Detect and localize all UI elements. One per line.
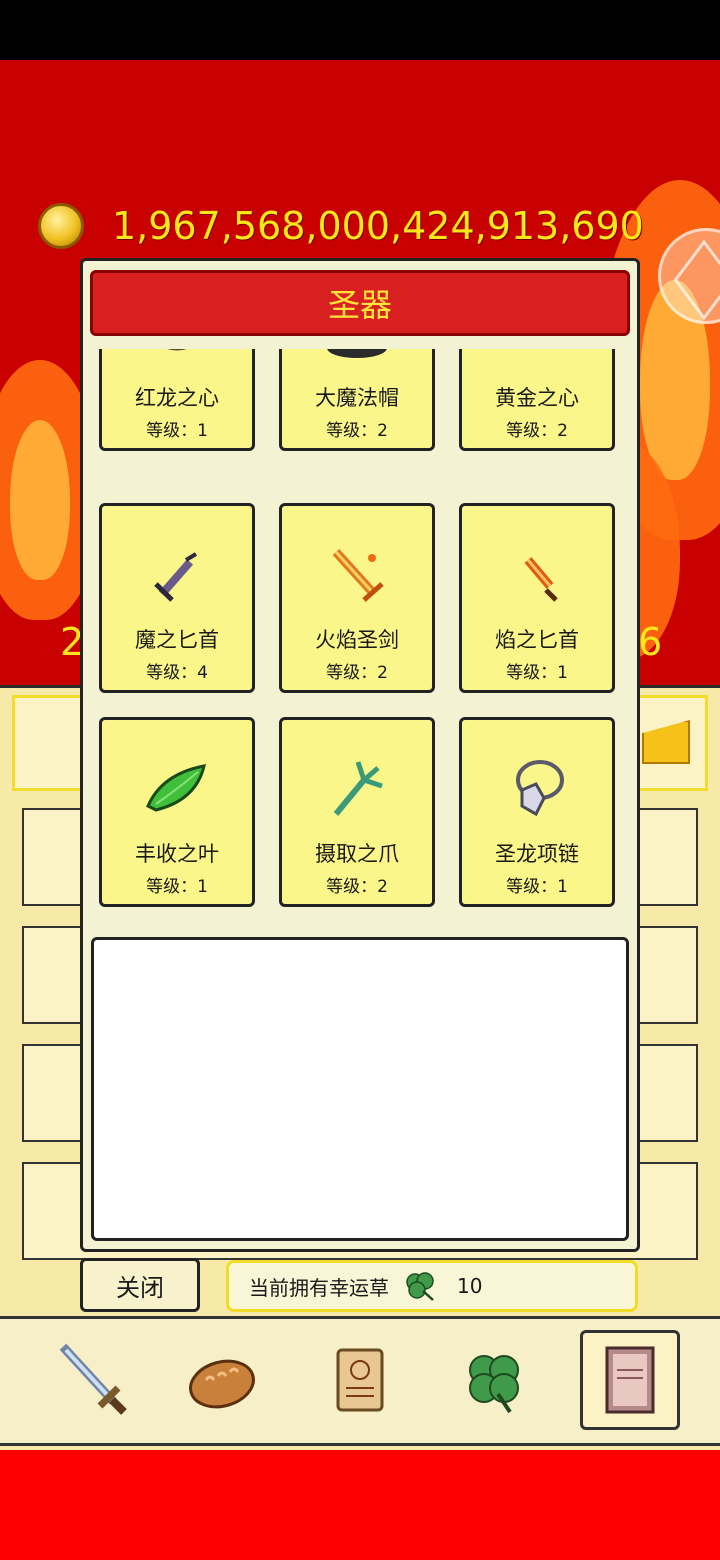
nav-tab-clover[interactable] — [444, 1330, 544, 1430]
relic-name: 圣龙项链 — [495, 842, 579, 866]
relic-name: 魔之匕首 — [135, 628, 219, 652]
clover-label: 当前拥有幸运草 — [249, 1275, 389, 1300]
clover-icon — [406, 1272, 434, 1301]
relic-level: 等级：1 — [146, 421, 208, 441]
flame-dagger-icon — [524, 557, 558, 602]
coin-counter: 1,967,568,000,424,913,690 — [38, 200, 644, 252]
golden-heart-icon — [502, 349, 572, 368]
flame-sword-icon — [332, 548, 384, 602]
clover-count: 10 — [457, 1274, 483, 1298]
nav-tab-sword[interactable] — [42, 1330, 142, 1430]
relic-level: 等级：1 — [506, 877, 568, 897]
relic-level: 等级：2 — [326, 663, 388, 683]
relic-card[interactable]: 黄金之心 等级：2 — [459, 349, 615, 451]
relics-modal: 圣器 红龙之心 等级：1 大魔法帽 等级：2 黄金之心 等级：2 魔之匕首 等级… — [80, 258, 640, 1252]
nav-tab-book[interactable] — [580, 1330, 680, 1430]
demon-dagger-icon — [154, 552, 198, 602]
relic-card[interactable]: 魔之匕首 等级：4 — [99, 503, 255, 693]
relic-description-box — [91, 937, 629, 1241]
relic-level: 等级：1 — [146, 877, 208, 897]
clover-count-bar: 当前拥有幸运草 10 — [226, 1260, 638, 1312]
relic-name: 大魔法帽 — [315, 386, 399, 410]
relic-level: 等级：4 — [146, 663, 208, 683]
relic-card[interactable]: 火焰圣剑 等级：2 — [279, 503, 435, 693]
bg-partial-text-right: 6 — [638, 620, 663, 664]
wizard-hat-icon — [327, 349, 387, 358]
relic-card[interactable]: 丰收之叶 等级：1 — [99, 717, 255, 907]
status-bar — [0, 0, 720, 60]
relic-name: 红龙之心 — [135, 386, 219, 410]
relic-name: 丰收之叶 — [135, 842, 219, 866]
relic-card[interactable]: 圣龙项链 等级：1 — [459, 717, 615, 907]
footer-red-area — [0, 1450, 720, 1560]
close-button[interactable]: 关闭 — [80, 1258, 200, 1312]
relic-card[interactable]: 焰之匕首 等级：1 — [459, 503, 615, 693]
gold-coin-icon — [38, 203, 84, 249]
relic-card[interactable]: 大魔法帽 等级：2 — [279, 349, 435, 451]
relic-level: 等级：2 — [326, 421, 388, 441]
dragon-necklace-icon — [516, 760, 564, 817]
relic-name: 黄金之心 — [495, 386, 579, 410]
cube-icon — [673, 239, 720, 321]
relic-level: 等级：2 — [506, 421, 568, 441]
bread-icon — [189, 1359, 255, 1409]
relic-level: 等级：2 — [326, 877, 388, 897]
sword-icon — [59, 1343, 127, 1415]
coin-amount: 1,967,568,000,424,913,690 — [112, 204, 644, 248]
harvest-leaf-icon — [146, 764, 206, 812]
scroll-icon — [336, 1348, 384, 1412]
relic-name: 焰之匕首 — [495, 628, 579, 652]
relic-card[interactable]: 红龙之心 等级：1 — [99, 349, 255, 451]
book-icon — [605, 1346, 655, 1414]
grab-claw-icon — [333, 761, 383, 816]
relic-name: 火焰圣剑 — [315, 628, 399, 652]
nav-tab-scroll[interactable] — [310, 1330, 410, 1430]
relic-card[interactable]: 摄取之爪 等级：2 — [279, 717, 435, 907]
relic-level: 等级：1 — [506, 663, 568, 683]
relic-name: 摄取之爪 — [315, 842, 399, 866]
red-dragon-heart-amulet-icon — [167, 349, 187, 351]
nav-tab-bread[interactable] — [172, 1330, 272, 1430]
clover-icon — [469, 1355, 519, 1414]
relics-grid[interactable]: 红龙之心 等级：1 大魔法帽 等级：2 黄金之心 等级：2 魔之匕首 等级：4 … — [83, 349, 637, 909]
modal-title: 圣器 — [90, 270, 630, 336]
